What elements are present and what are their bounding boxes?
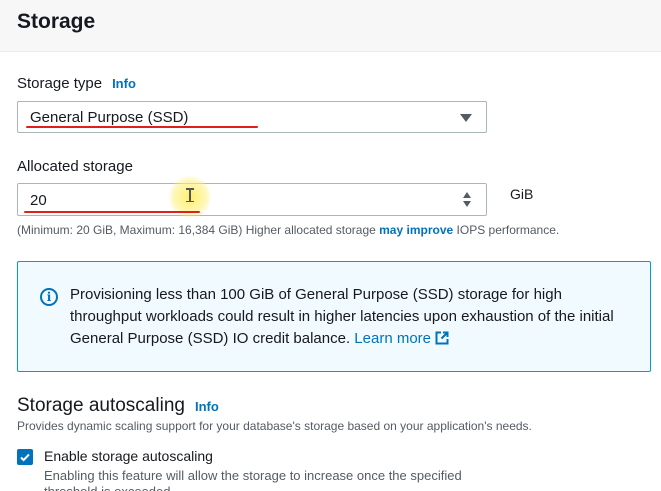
autoscaling-title: Storage autoscaling Info [17, 395, 219, 417]
autoscaling-info-link[interactable]: Info [195, 399, 219, 414]
alert-message: Provisioning less than 100 GiB of Genera… [70, 286, 614, 347]
red-underline-annotation [24, 211, 200, 213]
external-link-icon [435, 331, 449, 345]
info-alert: i Provisioning less than 100 GiB of Gene… [17, 261, 651, 372]
learn-more-label: Learn more [354, 330, 432, 347]
number-stepper-icon[interactable] [462, 191, 472, 209]
checkmark-icon [20, 453, 30, 462]
hint-prefix: (Minimum: 20 GiB, Maximum: 16,384 GiB) H… [17, 223, 380, 237]
allocated-storage-label: Allocated storage [17, 158, 133, 175]
autoscaling-title-text: Storage autoscaling [17, 395, 185, 416]
storage-type-info-link[interactable]: Info [112, 76, 136, 91]
section-header [0, 0, 661, 52]
enable-autoscaling-checkbox[interactable] [17, 449, 33, 465]
hint-link[interactable]: may improve [379, 223, 453, 237]
section-title: Storage [17, 10, 96, 33]
storage-type-label-text: Storage type [17, 75, 103, 92]
enable-autoscaling-description: Enabling this feature will allow the sto… [44, 468, 462, 491]
storage-type-selected-value: General Purpose (SSD) [30, 109, 189, 126]
info-circle-icon: i [40, 288, 58, 306]
hint-suffix: IOPS performance. [453, 223, 560, 237]
autoscaling-description: Provides dynamic scaling support for you… [17, 419, 532, 433]
storage-type-label: Storage type Info [17, 75, 136, 92]
allocated-storage-value: 20 [30, 192, 47, 209]
alert-text: Provisioning less than 100 GiB of Genera… [70, 284, 635, 350]
learn-more-link[interactable]: Learn more [354, 330, 449, 347]
allocated-storage-hint: (Minimum: 20 GiB, Maximum: 16,384 GiB) H… [17, 223, 559, 237]
text-cursor-icon [186, 188, 194, 202]
caret-down-icon [460, 114, 472, 122]
red-underline-annotation [26, 126, 258, 128]
storage-unit-label: GiB [510, 186, 534, 202]
storage-type-select[interactable]: General Purpose (SSD) [17, 101, 487, 133]
enable-autoscaling-label[interactable]: Enable storage autoscaling [44, 448, 213, 464]
